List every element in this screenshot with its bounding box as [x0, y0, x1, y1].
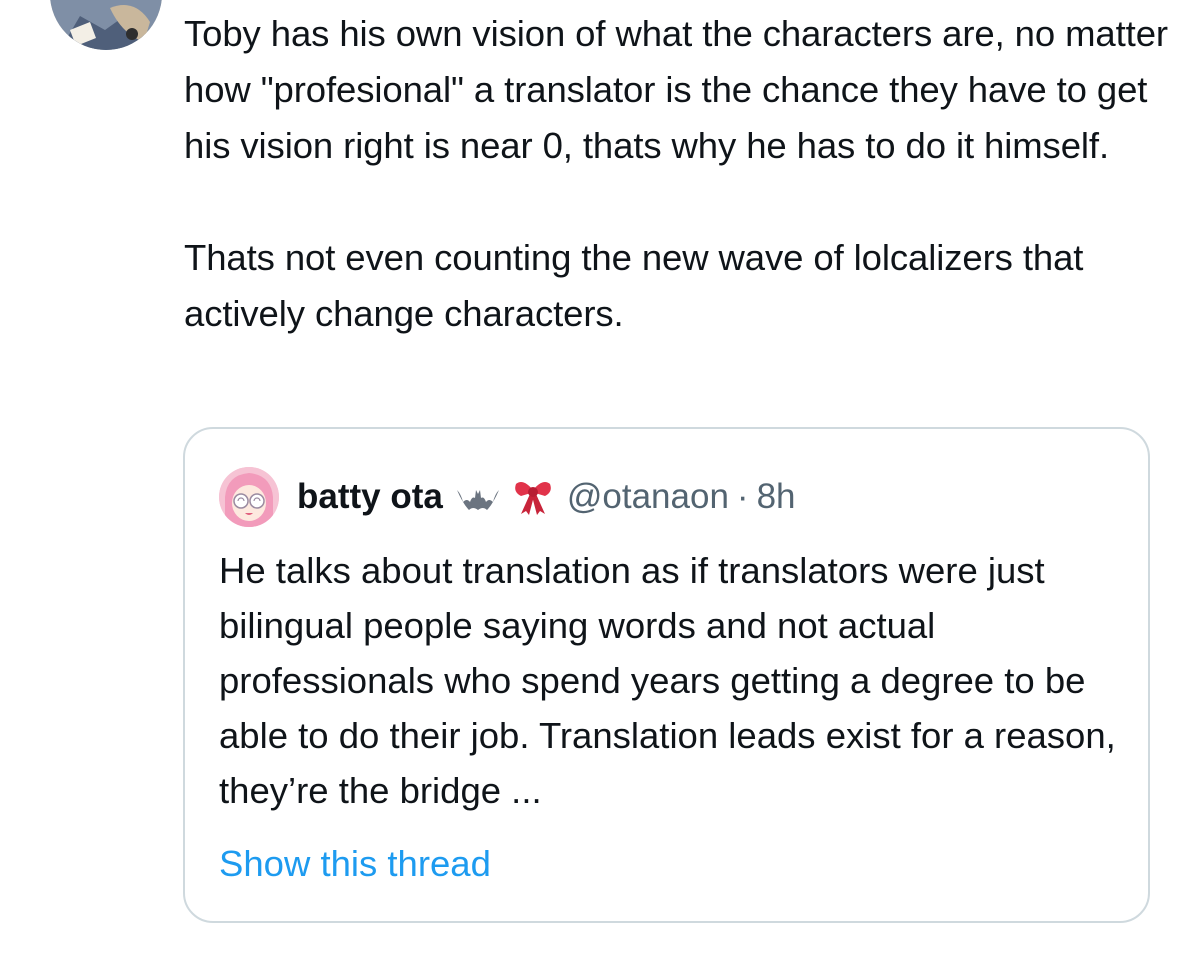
quoted-timestamp[interactable]: 8h — [757, 477, 796, 517]
ribbon-icon — [513, 478, 553, 516]
quoted-tweet-text: He talks about translation as if transla… — [219, 550, 1116, 811]
quoted-display-name[interactable]: batty ota — [297, 477, 443, 517]
quoted-tweet-card[interactable]: batty ota @otanaon · 8h He talks about t… — [183, 427, 1150, 923]
tweet-text: Toby has his own vision of what the char… — [184, 6, 1174, 342]
tweet-paragraph: Thats not even counting the new wave of … — [184, 237, 1084, 334]
quoted-author-avatar[interactable] — [219, 467, 279, 527]
quoted-handle[interactable]: @otanaon — [567, 477, 729, 517]
tweet-paragraph: Toby has his own vision of what the char… — [184, 13, 1168, 166]
quoted-tweet-header: batty ota @otanaon · 8h — [219, 467, 796, 527]
bat-icon — [455, 480, 501, 514]
separator-dot: · — [736, 477, 749, 516]
author-avatar[interactable] — [50, 0, 162, 50]
show-thread-link[interactable]: Show this thread — [219, 836, 491, 891]
